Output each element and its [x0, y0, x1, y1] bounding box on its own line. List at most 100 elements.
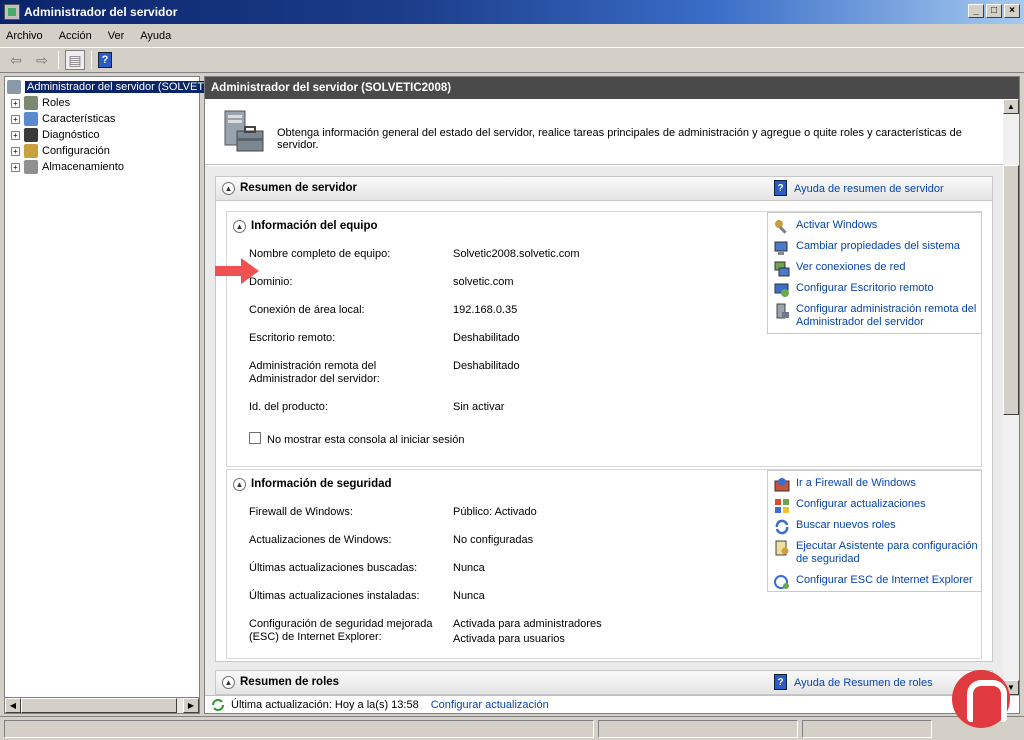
maximize-button[interactable]: □ [986, 4, 1002, 18]
security-wizard-icon [775, 540, 789, 556]
updates-label: Actualizaciones de Windows: [249, 534, 392, 546]
server-toolbox-icon [224, 110, 264, 152]
lan-label: Conexión de área local: [249, 304, 365, 316]
menu-bar: Archivo Acción Ver Ayuda [0, 25, 1024, 46]
server-summary-help-link[interactable]: Ayuda de resumen de servidor [794, 183, 944, 195]
tree-horizontal-scrollbar[interactable]: ◀ ▶ [4, 697, 200, 714]
close-button[interactable]: × [1004, 4, 1020, 18]
toolbar-separator [91, 51, 92, 69]
menu-accion[interactable]: Acción [59, 30, 92, 42]
computer-icon [774, 241, 788, 255]
intro-banner: Obtenga información general del estado d… [205, 99, 1003, 165]
configure-refresh-link[interactable]: Configurar actualización [431, 699, 549, 711]
help-icon: ? [774, 180, 787, 196]
toolbar: ⇦ ⇨ ▤ ? [0, 47, 1024, 73]
task-remote-admin[interactable]: Configurar administración remota del Adm… [774, 303, 980, 329]
navigation-tree: Administrador del servidor (SOLVET + Rol… [4, 76, 207, 714]
remote-admin-value: Deshabilitado [453, 360, 520, 372]
no-show-label[interactable]: No mostrar esta consola al iniciar sesió… [267, 434, 464, 447]
expand-icon[interactable]: + [11, 114, 20, 124]
status-segment [4, 720, 594, 738]
tree-item-label: Diagnóstico [42, 129, 100, 141]
show-hide-tree-icon[interactable]: ▤ [65, 50, 85, 70]
content-area: ▲ Resumen de servidor ? Ayuda de resumen… [205, 166, 1003, 695]
app-icon [4, 4, 20, 20]
expand-icon[interactable]: + [11, 162, 20, 172]
security-info-title: Información de seguridad [251, 478, 392, 490]
collapse-icon[interactable]: ▲ [222, 182, 235, 195]
menu-ayuda[interactable]: Ayuda [140, 30, 171, 42]
tree-root[interactable]: Administrador del servidor (SOLVET [7, 79, 207, 95]
last-installed-label: Últimas actualizaciones instaladas: [249, 590, 420, 602]
minimize-button[interactable]: _ [968, 4, 984, 18]
lan-value[interactable]: 192.168.0.35 [453, 303, 517, 318]
firewall-label: Firewall de Windows: [249, 506, 353, 518]
collapse-icon[interactable]: ▲ [233, 220, 246, 233]
tree-item-almacenamiento[interactable]: + Almacenamiento [11, 159, 124, 175]
task-remote-desktop[interactable]: Configurar Escritorio remoto [774, 282, 980, 298]
scroll-thumb[interactable] [21, 698, 177, 713]
watermark-logo [952, 670, 1010, 728]
expand-icon[interactable]: + [11, 130, 20, 140]
forward-arrow-icon[interactable]: ⇨ [32, 50, 52, 70]
tree-item-configuracion[interactable]: + Configuración [11, 143, 110, 159]
ie-esc-icon [774, 575, 789, 589]
computer-info-title: Información del equipo [251, 220, 378, 232]
window-title: Administrador del servidor [24, 5, 178, 19]
tree-item-label: Roles [42, 97, 71, 109]
scroll-left-icon[interactable]: ◀ [5, 698, 21, 713]
roles-icon [24, 96, 38, 110]
collapse-icon[interactable]: ▲ [222, 676, 235, 689]
collapse-icon[interactable]: ▲ [233, 478, 246, 491]
server-admin-icon [776, 303, 789, 319]
details-header: Administrador del servidor (SOLVETIC2008… [205, 77, 1019, 99]
task-firewall[interactable]: Ir a Firewall de Windows [774, 477, 980, 493]
key-icon [775, 220, 787, 234]
back-arrow-icon[interactable]: ⇦ [6, 50, 26, 70]
domain-label: Dominio: [249, 276, 293, 288]
ie-esc-value-admins: Activada para administradores [453, 618, 602, 630]
scroll-right-icon[interactable]: ▶ [183, 698, 199, 713]
tree-item-diagnostico[interactable]: + Diagnóstico [11, 127, 99, 143]
expand-icon[interactable]: + [11, 146, 20, 156]
status-segment [802, 720, 932, 738]
refresh-icon [211, 698, 225, 711]
remote-desktop-value: Deshabilitado [453, 332, 520, 344]
task-system-properties[interactable]: Cambiar propiedades del sistema [774, 240, 980, 256]
expand-icon[interactable]: + [11, 98, 20, 108]
diagnostics-icon [24, 128, 38, 142]
domain-value: solvetic.com [453, 276, 514, 288]
task-network-connections[interactable]: Ver conexiones de red [774, 261, 980, 277]
computer-name-value: Solvetic2008.solvetic.com [453, 248, 580, 260]
last-installed-value: Nunca [453, 590, 485, 602]
server-summary-header: ▲ Resumen de servidor ? Ayuda de resumen… [216, 177, 992, 201]
task-activate-windows[interactable]: Activar Windows [774, 219, 980, 235]
tree-item-roles[interactable]: + Roles [11, 95, 70, 111]
windows-update-icon [775, 499, 789, 513]
details-vertical-scrollbar[interactable]: ▲ ▼ [1003, 99, 1019, 695]
product-id-label: Id. del producto: [249, 401, 328, 413]
security-tasks: Ir a Firewall de Windows Configurar actu… [767, 470, 982, 592]
task-find-roles[interactable]: Buscar nuevos roles [774, 519, 980, 535]
server-icon [7, 80, 21, 94]
product-id-value: Sin activar [453, 401, 505, 413]
help-icon[interactable]: ? [98, 52, 112, 68]
tree-root-label: Administrador del servidor (SOLVET [25, 81, 207, 93]
roles-summary-header: ▲ Resumen de roles ? Ayuda de Resumen de… [216, 671, 992, 695]
task-configure-updates[interactable]: Configurar actualizaciones [774, 498, 980, 514]
roles-summary-help-link[interactable]: Ayuda de Resumen de roles [794, 677, 933, 689]
task-security-wizard[interactable]: Ejecutar Asistente para configuración de… [774, 540, 980, 566]
last-searched-value: Nunca [453, 562, 485, 574]
menu-archivo[interactable]: Archivo [6, 30, 43, 42]
intro-text: Obtenga información general del estado d… [277, 127, 962, 151]
scroll-up-icon[interactable]: ▲ [1003, 99, 1019, 114]
status-bar [0, 716, 1024, 740]
storage-icon [24, 160, 38, 174]
roles-summary-panel: ▲ Resumen de roles ? Ayuda de Resumen de… [215, 670, 993, 695]
menu-ver[interactable]: Ver [108, 30, 125, 42]
scroll-thumb[interactable] [1003, 165, 1019, 415]
no-show-checkbox[interactable] [249, 432, 261, 444]
task-ie-esc[interactable]: Configurar ESC de Internet Explorer [774, 574, 980, 590]
features-icon [24, 112, 38, 126]
tree-item-caracteristicas[interactable]: + Características [11, 111, 115, 127]
